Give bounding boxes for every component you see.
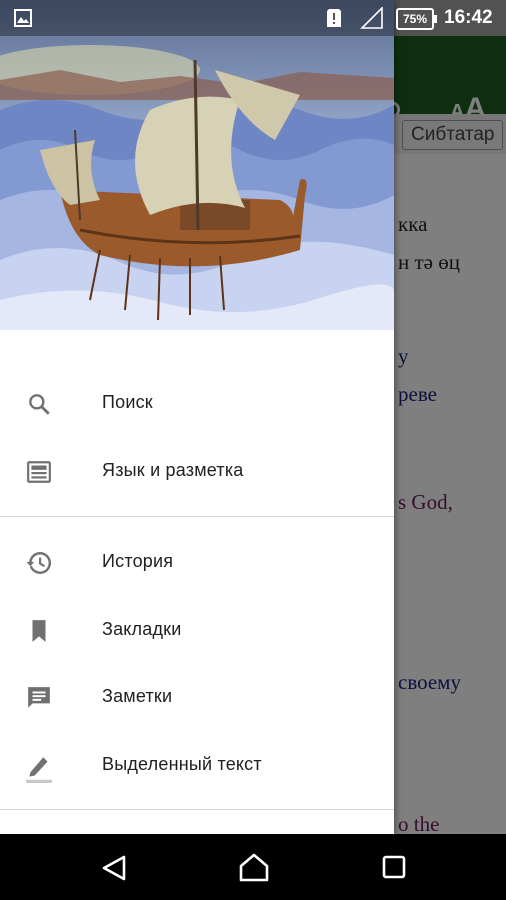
clock: 16:42 (444, 7, 493, 28)
menu-divider (0, 516, 394, 517)
image-icon (14, 9, 32, 27)
layout-icon (27, 461, 51, 483)
menu-item-bookmarks[interactable]: Закладки (0, 597, 394, 665)
menu-item-label: Выделенный текст (102, 754, 262, 774)
menu-item-language-layout[interactable]: Язык и разметка (0, 438, 394, 506)
status-bar: 75% 16:42 (0, 0, 506, 36)
back-icon[interactable] (100, 854, 128, 882)
menu-item-label: История (102, 551, 174, 571)
menu-divider (0, 809, 394, 810)
recents-icon[interactable] (381, 854, 407, 880)
signal-icon (360, 7, 383, 29)
menu-item-highlighted-text[interactable]: Выделенный текст (0, 732, 394, 800)
menu-item-label: Заметки (102, 686, 173, 706)
menu-item-label: Язык и разметка (102, 460, 244, 480)
battery-icon: 75% (396, 8, 437, 30)
history-icon (26, 552, 51, 574)
menu-item-notes[interactable]: Заметки (0, 664, 394, 732)
alert-icon (327, 9, 341, 27)
menu-item-history[interactable]: История (0, 529, 394, 597)
search-icon (29, 394, 50, 415)
system-navigation-bar (0, 834, 506, 900)
bookmark-icon (32, 620, 46, 642)
home-icon[interactable] (238, 852, 270, 882)
menu-item-label: Поиск (102, 392, 153, 412)
menu-item-label: Закладки (102, 619, 182, 639)
menu-item-search[interactable]: Поиск (0, 370, 394, 438)
navigation-drawer: Поиск Язык и разметка История Закладки З… (0, 0, 394, 834)
notes-icon (28, 687, 50, 708)
drawer-header-ship-illustration (0, 0, 394, 330)
highlight-icon (26, 757, 52, 783)
